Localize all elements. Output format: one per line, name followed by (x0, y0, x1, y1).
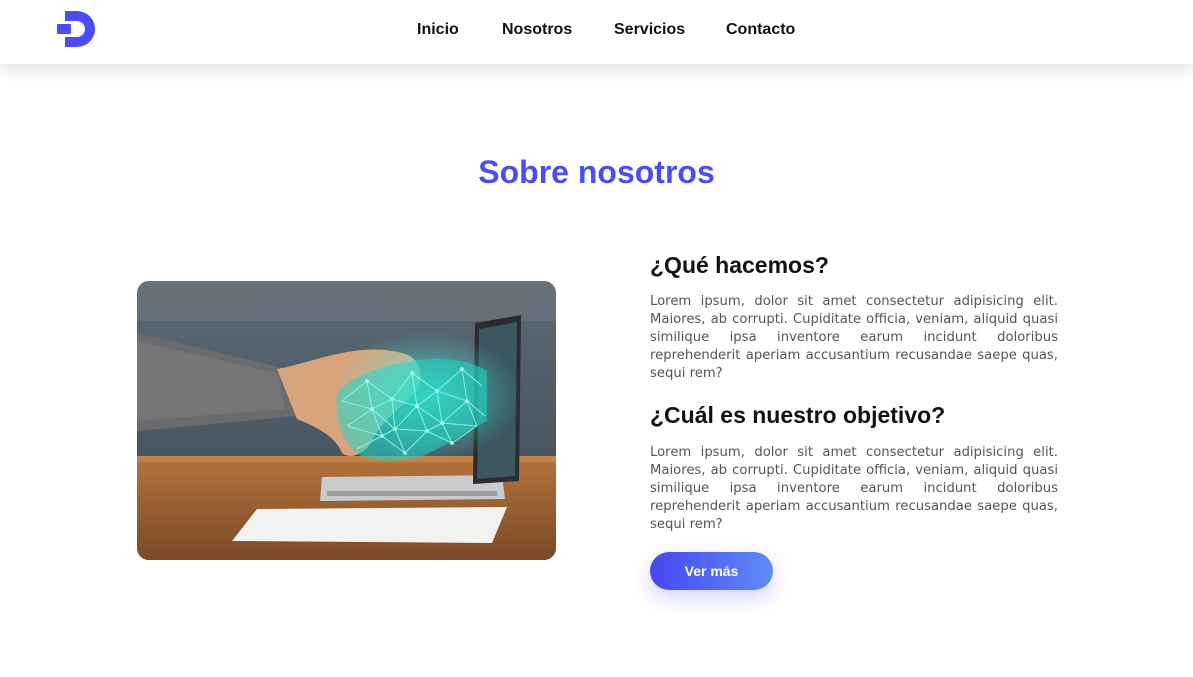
what-we-do-heading: ¿Qué hacemos? (650, 252, 829, 278)
see-more-button[interactable]: Ver más (650, 552, 773, 590)
handshake-photo (137, 281, 556, 560)
our-goal-heading: ¿Cuál es nuestro objetivo? (650, 402, 946, 428)
section-title: Sobre nosotros (478, 154, 715, 190)
our-goal-text: Lorem ipsum, dolor sit amet consectetur … (650, 445, 1058, 532)
site-header: Inicio Nosotros Servicios Contacto (0, 0, 1193, 64)
nav-link-inicio[interactable]: Inicio (417, 21, 459, 39)
main-nav: Inicio Nosotros Servicios Contacto (0, 0, 1193, 64)
nav-link-contacto[interactable]: Contacto (726, 21, 795, 39)
nav-link-servicios[interactable]: Servicios (614, 21, 685, 39)
what-we-do-text: Lorem ipsum, dolor sit amet consectetur … (650, 294, 1058, 381)
nav-link-nosotros[interactable]: Nosotros (502, 21, 572, 39)
